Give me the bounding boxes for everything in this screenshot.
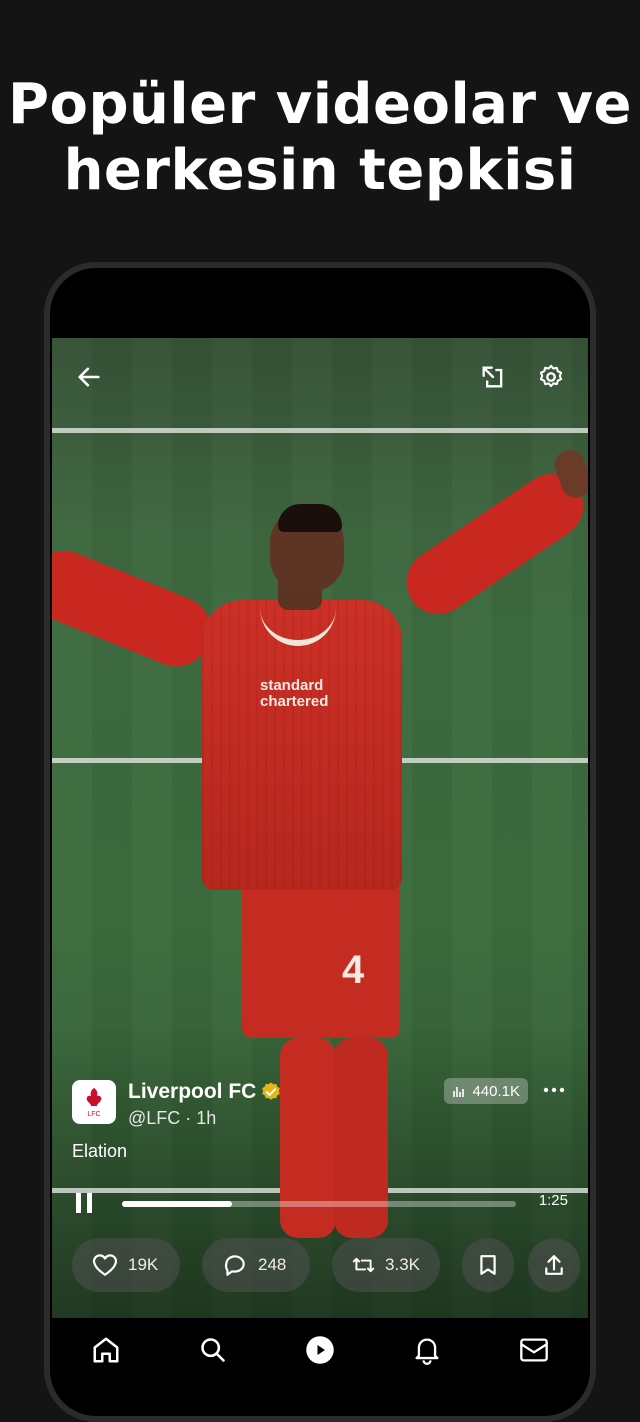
progress-fill: [122, 1201, 233, 1207]
video-frame-player: 4 standard chartered: [52, 338, 588, 1318]
bottom-nav: [52, 1318, 588, 1382]
more-horizontal-icon: [543, 1087, 565, 1093]
arrow-left-icon: [78, 367, 100, 387]
back-button[interactable]: [72, 360, 106, 394]
view-count: 440.1K: [472, 1082, 520, 1100]
video-player[interactable]: 4 standard chartered LFC Liverpool FC @L…: [52, 338, 588, 1318]
headline-line-2: herkesin tepkisi: [63, 138, 577, 203]
bell-icon: [415, 1338, 439, 1365]
repost-button[interactable]: 3.3K: [332, 1238, 440, 1292]
avatar[interactable]: LFC: [72, 1080, 116, 1124]
sponsor-logo: standard chartered: [236, 678, 328, 710]
nav-home[interactable]: [86, 1330, 126, 1370]
nav-notifications[interactable]: [407, 1330, 447, 1370]
repost-count: 3.3K: [385, 1255, 420, 1274]
home-icon: [93, 1337, 119, 1363]
headline-line-1: Popüler videolar ve: [7, 72, 633, 137]
author-handle-time: @LFC · 1h: [128, 1108, 217, 1128]
settings-button[interactable]: [534, 360, 568, 394]
repost-icon: [352, 1257, 375, 1273]
share-button[interactable]: [528, 1238, 580, 1292]
avatar-text: LFC: [87, 1111, 100, 1118]
video-duration: 1:25: [538, 1192, 568, 1209]
nav-messages[interactable]: [514, 1330, 554, 1370]
pause-button[interactable]: [76, 1190, 104, 1216]
heart-icon: [93, 1254, 117, 1276]
comment-icon: [224, 1255, 245, 1276]
author-name[interactable]: Liverpool FC: [128, 1080, 256, 1104]
reply-count: 248: [258, 1255, 287, 1274]
like-count: 19K: [128, 1255, 159, 1274]
more-options-button[interactable]: [542, 1078, 566, 1101]
verified-badge-icon: [262, 1082, 281, 1100]
phone-frame: 4 standard chartered LFC Liverpool FC @L…: [44, 262, 596, 1422]
like-button[interactable]: 19K: [72, 1238, 180, 1292]
shirt-number: 4: [342, 948, 365, 992]
post-author: LFC Liverpool FC @LFC · 1h 440.1K: [72, 1078, 572, 1138]
bookmark-icon: [480, 1255, 496, 1275]
video-play-icon: [306, 1336, 334, 1364]
bookmark-button[interactable]: [462, 1238, 514, 1292]
lfc-crest-icon: LFC: [86, 1088, 102, 1118]
sponsor-text-2: chartered: [260, 693, 329, 710]
progress-track[interactable]: [122, 1201, 516, 1207]
headline: Popüler videolar ve herkesin tepkisi: [0, 72, 640, 204]
search-icon: [200, 1338, 225, 1362]
post-caption: Elation: [72, 1141, 128, 1161]
pause-icon: [76, 1193, 81, 1213]
view-count-badge: 440.1K: [444, 1078, 528, 1104]
picture-in-picture-icon: [482, 366, 503, 388]
sponsor-text-1: standard: [260, 677, 324, 694]
mail-icon: [520, 1338, 549, 1362]
nav-video[interactable]: [300, 1330, 340, 1370]
gear-icon: [539, 364, 563, 388]
reply-button[interactable]: 248: [202, 1238, 310, 1292]
minimize-button[interactable]: [476, 360, 510, 394]
share-icon: [545, 1255, 563, 1275]
action-bar: 19K 248 3.3K: [72, 1238, 580, 1292]
playback-controls: 1:25: [72, 1186, 568, 1220]
views-chart-icon: [453, 1087, 465, 1097]
nav-search[interactable]: [193, 1330, 233, 1370]
